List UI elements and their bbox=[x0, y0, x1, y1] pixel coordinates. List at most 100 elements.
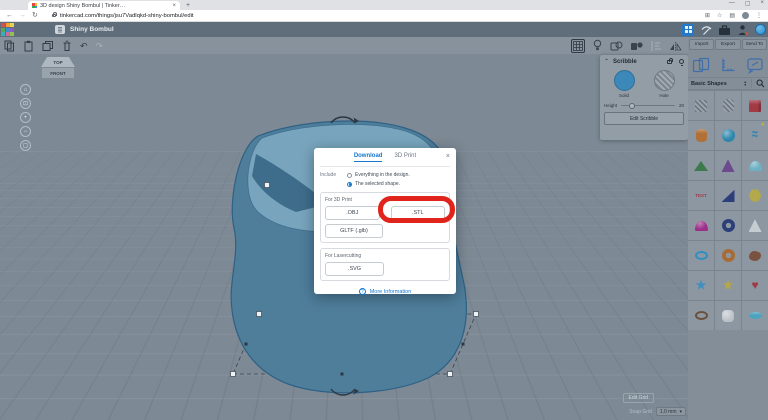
radio-icon[interactable] bbox=[347, 172, 352, 178]
edit-grid-button[interactable]: Edit Grid bbox=[622, 393, 654, 403]
shape-text[interactable]: TEXT bbox=[688, 181, 714, 210]
home-view-button[interactable]: ⌂ bbox=[20, 84, 31, 95]
bookmark-icon[interactable]: ☆ bbox=[717, 12, 722, 19]
align-icon[interactable] bbox=[650, 40, 662, 52]
view-cube-front-face[interactable]: FRONT bbox=[41, 67, 75, 79]
shape-star-blue[interactable]: ★ bbox=[688, 271, 714, 300]
shape-donut[interactable] bbox=[715, 241, 741, 270]
shape-half-sphere[interactable] bbox=[742, 151, 768, 180]
new-tab-button[interactable]: + bbox=[186, 2, 190, 9]
perspective-toggle-button[interactable]: ▢ bbox=[20, 140, 31, 151]
shapes-grid: ≈ ★ TEXT ★ ★ ♥ bbox=[688, 90, 768, 330]
group-icon[interactable] bbox=[610, 40, 623, 52]
browser-profile-avatar[interactable] bbox=[742, 12, 749, 19]
duplicate-icon[interactable] bbox=[42, 40, 54, 52]
shape-hole-cylinder[interactable] bbox=[715, 91, 741, 120]
dialog-close-icon[interactable]: × bbox=[446, 153, 450, 160]
window-minimize-icon[interactable]: — bbox=[729, 0, 735, 7]
import-button[interactable]: Import bbox=[689, 39, 715, 50]
fit-view-button[interactable]: ⊡ bbox=[20, 98, 31, 109]
shape-paraboloid[interactable] bbox=[688, 211, 714, 240]
stl-download-button[interactable]: .STL bbox=[390, 206, 445, 220]
shape-torus[interactable] bbox=[688, 241, 714, 270]
view-cube-top-face[interactable]: TOP bbox=[41, 57, 75, 67]
more-information-link[interactable]: More Information bbox=[370, 289, 412, 295]
redo-icon[interactable]: ↷ bbox=[96, 40, 104, 52]
export-button[interactable]: Export bbox=[715, 39, 741, 50]
shape-cylinder[interactable] bbox=[688, 121, 714, 150]
snap-grid-select[interactable]: 1.0 mm ▾ bbox=[655, 407, 686, 416]
forward-icon[interactable]: → bbox=[19, 11, 26, 21]
ruler-tool-icon[interactable] bbox=[592, 39, 603, 52]
shape-polygon[interactable] bbox=[742, 181, 768, 210]
address-bar[interactable]: tinkercad.com/things/jsu7VadIqkd-shiny-b… bbox=[43, 11, 699, 20]
back-icon[interactable]: ← bbox=[6, 11, 13, 21]
briefcase-icon[interactable] bbox=[718, 24, 731, 36]
reload-icon[interactable]: ↻ bbox=[32, 11, 38, 21]
shape-box[interactable] bbox=[742, 91, 768, 120]
delete-icon[interactable] bbox=[62, 40, 72, 52]
obj-download-button[interactable]: .OBJ bbox=[325, 206, 380, 220]
shape-heart[interactable]: ♥ bbox=[742, 271, 768, 300]
user-avatar[interactable] bbox=[755, 24, 766, 35]
shape-category-dropdown[interactable]: Basic Shapes ▲ ▼ bbox=[688, 77, 768, 90]
hide-shape-icon[interactable] bbox=[679, 59, 684, 67]
gltf-download-button[interactable]: GLTF (.glb) bbox=[325, 224, 383, 238]
radio-icon[interactable] bbox=[347, 181, 352, 187]
workplane-tool-icon[interactable] bbox=[571, 38, 585, 53]
height-slider[interactable] bbox=[621, 102, 675, 109]
lock-shape-icon[interactable] bbox=[667, 57, 673, 64]
shape-star[interactable]: ★ bbox=[715, 271, 741, 300]
workplanes-category-icon[interactable] bbox=[692, 56, 710, 74]
shape-soft-box[interactable] bbox=[715, 301, 741, 330]
shape-cone[interactable] bbox=[715, 151, 741, 180]
include-option-0[interactable]: Everything in the design. bbox=[347, 172, 410, 178]
zoom-out-button[interactable]: − bbox=[20, 126, 31, 137]
include-option-1[interactable]: The selected shape. bbox=[347, 181, 410, 187]
search-icon[interactable] bbox=[756, 79, 765, 88]
design-title[interactable]: Shiny Bombul bbox=[70, 26, 114, 33]
browser-menu-icon[interactable]: ⋮ bbox=[756, 12, 762, 19]
hole-swatch[interactable] bbox=[653, 70, 675, 91]
tab-download[interactable]: Download bbox=[353, 153, 383, 162]
category-updown-icon[interactable]: ▲ ▼ bbox=[744, 80, 747, 87]
shape-sphere[interactable] bbox=[715, 121, 741, 150]
solid-option[interactable]: Solid bbox=[613, 70, 635, 98]
account-icon[interactable] bbox=[737, 24, 749, 36]
side-panel-icon[interactable]: ▤ bbox=[729, 12, 735, 19]
zoom-in-button[interactable]: + bbox=[20, 112, 31, 123]
window-close-icon[interactable]: × bbox=[760, 0, 764, 7]
height-slider-handle[interactable] bbox=[629, 102, 636, 109]
extensions-icon[interactable]: ⊞ bbox=[705, 12, 710, 19]
tinkercad-logo[interactable] bbox=[1, 23, 14, 36]
shape-lens[interactable] bbox=[742, 301, 768, 330]
tab-3d-print[interactable]: 3D Print bbox=[394, 153, 416, 162]
shape-cone-gray[interactable] bbox=[742, 211, 768, 240]
shape-ring[interactable] bbox=[688, 301, 714, 330]
ruler-category-icon[interactable] bbox=[719, 56, 737, 74]
minecraft-pickaxe-icon[interactable] bbox=[700, 24, 712, 36]
ungroup-icon[interactable] bbox=[630, 40, 643, 52]
shape-scribble[interactable]: ≈ ★ bbox=[742, 121, 768, 150]
notes-category-icon[interactable] bbox=[746, 56, 764, 74]
view-cube[interactable]: TOP FRONT bbox=[38, 57, 78, 81]
svg-download-button[interactable]: .SVG bbox=[325, 262, 384, 276]
blocks-editor-icon[interactable] bbox=[682, 23, 694, 36]
window-maximize-icon[interactable]: ▢ bbox=[745, 0, 751, 7]
edit-scribble-button[interactable]: Edit Scribble bbox=[604, 112, 684, 125]
tab-close-icon[interactable]: × bbox=[172, 3, 176, 9]
send-to-button[interactable]: Send To bbox=[741, 39, 767, 50]
shape-tube[interactable] bbox=[715, 211, 741, 240]
collapse-panel-icon[interactable]: ⌃ bbox=[604, 58, 609, 65]
undo-icon[interactable]: ↶ bbox=[80, 40, 88, 52]
shape-rock[interactable] bbox=[742, 241, 768, 270]
copy-icon[interactable] bbox=[4, 40, 15, 52]
browser-tab[interactable]: 3D design Shiny Bombul | Tinker… × bbox=[28, 1, 180, 10]
shape-roof[interactable] bbox=[688, 151, 714, 180]
paste-icon[interactable] bbox=[23, 40, 34, 52]
shape-hole-box[interactable] bbox=[688, 91, 714, 120]
hole-option[interactable]: Hole bbox=[653, 70, 675, 98]
shape-wedge[interactable] bbox=[715, 181, 741, 210]
mirror-icon[interactable] bbox=[669, 40, 682, 52]
solid-swatch[interactable] bbox=[613, 70, 635, 91]
